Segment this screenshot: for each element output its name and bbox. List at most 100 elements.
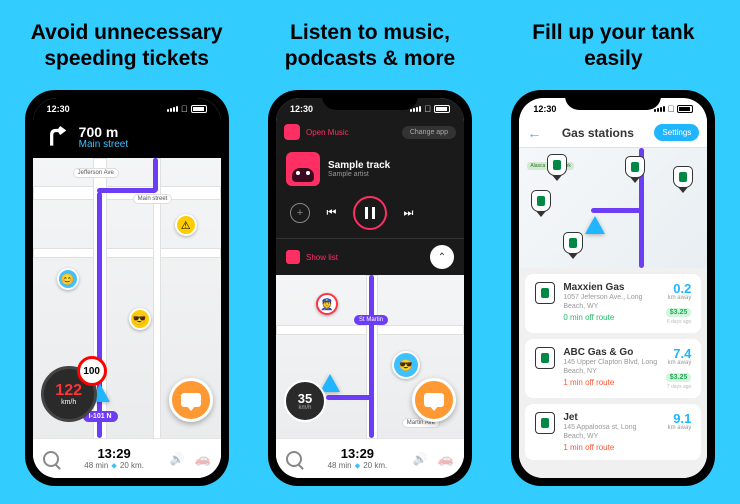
carpool-icon[interactable]: 🚗 (438, 451, 454, 467)
nav-distance: 700 m (79, 125, 211, 139)
search-icon[interactable] (286, 451, 302, 467)
hazard-pin[interactable]: ⚠ (175, 214, 197, 236)
next-track-button[interactable]: ⏭ (396, 201, 420, 225)
nav-direction-banner[interactable]: 700 m Main street (33, 118, 221, 158)
sound-icon[interactable]: 🔊 (170, 452, 185, 466)
gas-station-pin[interactable] (547, 154, 567, 176)
expand-button[interactable]: ⌃ (430, 245, 454, 269)
gas-map[interactable]: Alasca Plaza Park (519, 148, 707, 268)
wifi-icon: 􀙇 (668, 104, 675, 114)
speed-unit: km/h (61, 399, 76, 406)
station-distance-unit: km away (668, 425, 692, 431)
carpool-icon[interactable]: 🚗 (194, 451, 210, 467)
phone-frame-1: 12:30 􀙇 700 m Main street (25, 90, 229, 486)
gas-station-pin[interactable] (563, 232, 583, 254)
station-distance-unit: km away (666, 360, 692, 366)
price-updated: 7 days ago (666, 384, 692, 390)
report-button[interactable] (412, 378, 456, 422)
now-playing[interactable]: Sample track Sample artist (276, 146, 464, 192)
gas-station-card[interactable]: ABC Gas & Go 145 Upper Clapton Blvd, Lon… (525, 339, 701, 398)
gas-pump-icon (535, 282, 555, 304)
station-route-offset: 1 min off route (563, 443, 659, 452)
station-address: 1057 Jeferson Ave., Long Beach, WY (563, 293, 657, 311)
gas-pump-icon (535, 347, 555, 369)
panel-music: Listen to music, podcasts & more 12:30 􀙇… (259, 18, 480, 486)
sound-icon[interactable]: 🔊 (413, 452, 428, 466)
prev-track-button[interactable]: ⏮ (319, 201, 343, 225)
music-app-icon (284, 124, 300, 140)
status-time: 12:30 (290, 104, 313, 114)
change-app-button[interactable]: Change app (402, 126, 456, 139)
phone-frame-3: 12:30 􀙇 ← Gas stations Settings Alasca P… (511, 90, 715, 486)
wifi-icon: 􀙇 (424, 104, 431, 114)
battery-icon (191, 105, 207, 113)
speed-unit: km/h (298, 405, 311, 411)
status-time: 12:30 (533, 104, 556, 114)
gas-station-card[interactable]: Maxxien Gas 1057 Jeferson Ave., Long Bea… (525, 274, 701, 333)
gas-station-pin[interactable] (673, 166, 693, 188)
eta-display[interactable]: 13:29 48 min⬥20 km. (69, 446, 160, 471)
show-list-button[interactable]: Show list (306, 253, 424, 262)
gas-station-card[interactable]: Jet 145 Appaloosa st, Long Beach, WY 1 m… (525, 404, 701, 460)
station-address: 145 Upper Clapton Blvd, Long Beach, NY (563, 358, 657, 376)
gas-station-pin[interactable] (625, 156, 645, 178)
track-name: Sample track (328, 160, 454, 171)
panel-speeding: Avoid unnecessary speeding tickets 12:30… (16, 18, 237, 486)
station-distance: 0.2 (666, 282, 692, 295)
waze-pin[interactable]: 😎 (392, 351, 420, 379)
speedometer[interactable]: 122 km/h 100 (41, 360, 103, 422)
music-app-name[interactable]: Open Music (306, 128, 396, 137)
gas-header: ← Gas stations Settings (519, 118, 707, 148)
wifi-icon: 􀙇 (181, 104, 188, 114)
speedometer[interactable]: 35 km/h (284, 380, 326, 422)
nav-street: Main street (79, 139, 211, 150)
waze-pin[interactable]: 😊 (57, 268, 79, 290)
search-icon[interactable] (43, 451, 59, 467)
bottom-bar: 13:29 48 min⬥20 km. 🔊 🚗 (33, 438, 221, 478)
station-distance: 7.4 (666, 347, 692, 360)
street-label: St Martin (354, 315, 388, 325)
current-location-icon (585, 216, 605, 234)
bottom-bar: 13:29 48 min⬥20 km. 🔊 🚗 (276, 438, 464, 478)
phone-frame-2: 12:30 􀙇 Open Music Change app Sample tra… (268, 90, 472, 486)
status-time: 12:30 (47, 104, 70, 114)
station-route-offset: 1 min off route (563, 378, 657, 387)
station-address: 145 Appaloosa st, Long Beach, WY (563, 423, 659, 441)
gas-station-pin[interactable] (531, 190, 551, 212)
turn-right-icon (43, 124, 69, 150)
panel-gas: Fill up your tank easily 12:30 􀙇 ← Gas s… (503, 18, 724, 486)
station-name: ABC Gas & Go (563, 347, 657, 358)
current-speed: 122 (55, 383, 82, 399)
station-name: Jet (563, 412, 659, 423)
station-distance: 9.1 (668, 412, 692, 425)
price-updated: 6 days ago (666, 319, 692, 325)
add-track-button[interactable]: + (290, 203, 310, 223)
settings-button[interactable]: Settings (654, 124, 699, 141)
report-button[interactable] (169, 378, 213, 422)
station-distance-unit: km away (666, 295, 692, 301)
headline-3: Fill up your tank easily (503, 18, 724, 74)
track-artist: Sample artist (328, 171, 454, 178)
waze-pin[interactable]: 😎 (129, 308, 151, 330)
play-pause-button[interactable] (353, 196, 387, 230)
station-name: Maxxien Gas (563, 282, 657, 293)
gas-pump-icon (535, 412, 555, 434)
battery-icon (677, 105, 693, 113)
station-price: $3.25 (666, 373, 692, 382)
back-button[interactable]: ← (527, 125, 541, 141)
headline-2: Listen to music, podcasts & more (259, 18, 480, 74)
album-art (286, 152, 320, 186)
street-label: Main street (133, 194, 173, 204)
battery-icon (434, 105, 450, 113)
eta-display[interactable]: 13:29 48 min⬥20 km. (312, 446, 403, 471)
playlist-icon (286, 250, 300, 264)
page-title: Gas stations (549, 126, 646, 140)
police-pin[interactable]: 👮 (316, 293, 338, 315)
map-view[interactable]: Jefferson Ave Main street ⚠ 😊 😎 I-101 N … (33, 158, 221, 478)
speed-limit-sign: 100 (77, 356, 107, 386)
station-route-offset: 0 min off route (563, 313, 657, 322)
headline-1: Avoid unnecessary speeding tickets (16, 18, 237, 74)
street-label: Jefferson Ave (73, 168, 119, 178)
station-price: $3.25 (666, 308, 692, 317)
gas-station-list[interactable]: Maxxien Gas 1057 Jeferson Ave., Long Bea… (519, 268, 707, 478)
